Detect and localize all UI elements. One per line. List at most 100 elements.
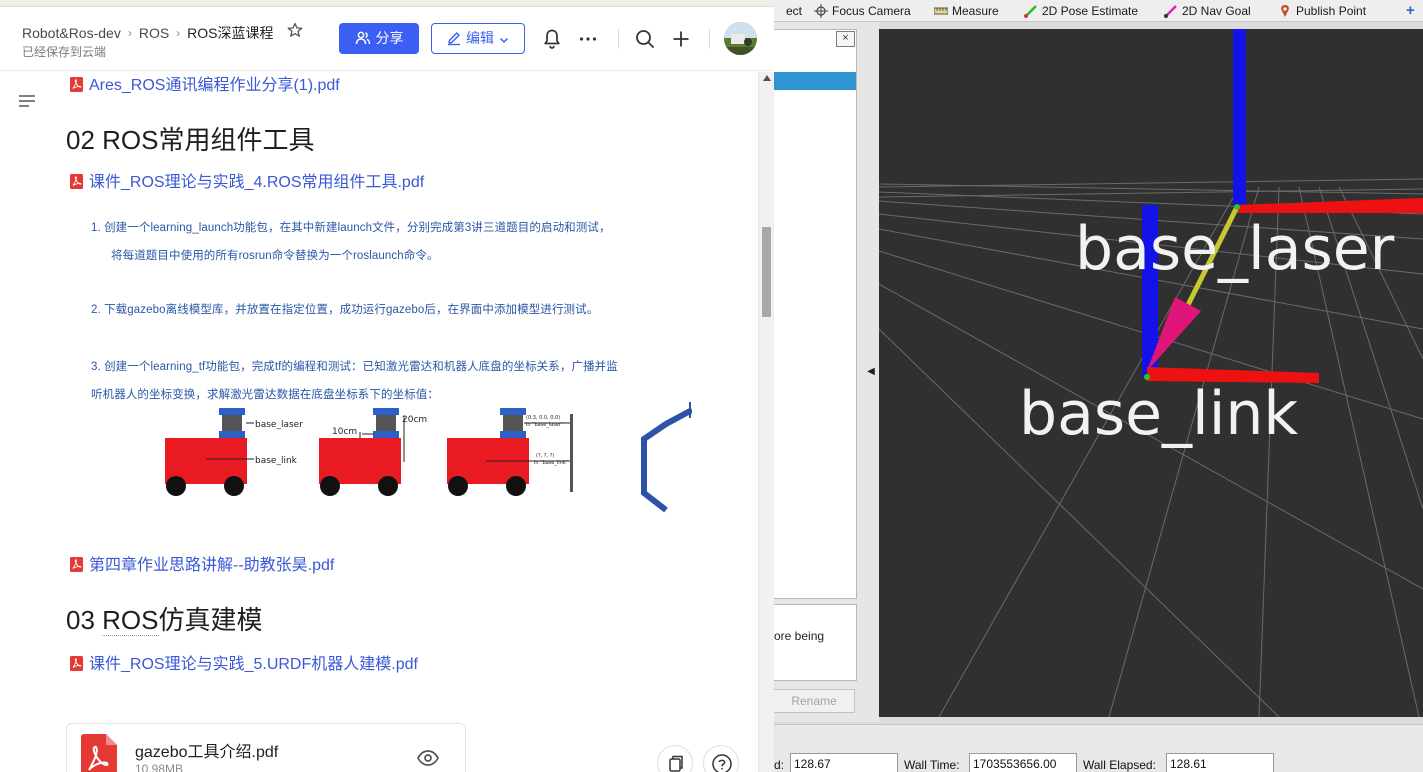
task-3-line-2: 听机器人的坐标变换，求解激光雷达数据在底盘坐标系下的坐标值： bbox=[91, 389, 439, 401]
pdf-icon bbox=[70, 557, 83, 572]
scroll-up-arrow-icon[interactable] bbox=[763, 75, 771, 81]
ros-elapsed-label: d: bbox=[774, 758, 785, 772]
star-icon[interactable] bbox=[287, 22, 303, 43]
window-top-edge bbox=[0, 0, 774, 7]
add-tool-icon[interactable]: + bbox=[1406, 2, 1415, 20]
pdf-link-label: Ares_ROS通讯编程作业分享(1).pdf bbox=[89, 77, 340, 94]
tool-interact[interactable]: ect bbox=[786, 2, 802, 20]
laser-z-axis bbox=[1233, 29, 1246, 205]
pdf-link-chapter-4[interactable]: 第四章作业思路讲解--助教张昊.pdf bbox=[70, 551, 334, 575]
file-card-size: 10.98MB bbox=[135, 762, 184, 772]
wall-time-label: Wall Time: bbox=[904, 758, 960, 772]
tool-measure[interactable]: Measure bbox=[934, 2, 999, 20]
laser-origin bbox=[1234, 204, 1240, 210]
ruler-icon bbox=[934, 7, 948, 15]
pdf-file-icon bbox=[81, 734, 117, 772]
tool-publish-point[interactable]: Publish Point bbox=[1278, 2, 1366, 20]
copy-float-button[interactable] bbox=[657, 745, 693, 772]
rviz-displays-panel bbox=[774, 29, 857, 599]
hexagon-shape bbox=[641, 407, 692, 513]
search-icon[interactable] bbox=[633, 27, 657, 51]
task-1-line-1: 1. 创建一个learning_launch功能包，在其中新建launch文件，… bbox=[91, 222, 611, 234]
plus-icon[interactable] bbox=[669, 27, 693, 51]
crosshair-icon bbox=[814, 4, 828, 18]
panel-close-button[interactable]: × bbox=[836, 31, 855, 47]
fig-coord-laser-frame: in "base_laser" bbox=[526, 422, 563, 428]
collapse-left-dock-icon[interactable]: ◀ bbox=[864, 360, 878, 384]
task-2-line: 2. 下载gazebo离线模型库，并放置在指定位置，成功运行gazebo后，在界… bbox=[91, 304, 599, 316]
avatar[interactable] bbox=[724, 22, 757, 55]
tool-2d-pose-estimate-label: 2D Pose Estimate bbox=[1042, 4, 1139, 18]
task-1-line-2: 将每道题目中使用的所有rosrun命令替换为一个roslaunch命令。 bbox=[111, 250, 439, 262]
task-3-line-1: 3. 创建一个learning_tf功能包，完成tf的编程和测试：已知激光雷达和… bbox=[91, 361, 618, 373]
bell-icon[interactable] bbox=[540, 27, 564, 51]
more-icon[interactable] bbox=[576, 27, 600, 51]
pdf-link-ares[interactable]: Ares_ROS通讯编程作业分享(1).pdf bbox=[70, 72, 340, 95]
header-divider bbox=[618, 29, 619, 49]
rviz-3d-view[interactable]: base_laser base_link bbox=[879, 29, 1423, 717]
pdf-link-label: 课件_ROS理论与实践_5.URDF机器人建模.pdf bbox=[89, 656, 418, 673]
robot-figure-3: (0.3, 0.0, 0.0) in "base_laser" (?, ?, ?… bbox=[447, 408, 573, 496]
green-arrow-icon bbox=[1024, 5, 1037, 18]
save-status: 已经保存到云端 bbox=[22, 45, 107, 59]
fig-coord-laser: (0.3, 0.0, 0.0) bbox=[526, 415, 560, 421]
tool-2d-nav-goal[interactable]: 2D Nav Goal bbox=[1164, 2, 1251, 20]
ros-elapsed-field[interactable]: 128.67 bbox=[790, 753, 898, 772]
pdf-link-lecture-5[interactable]: 课件_ROS理论与实践_5.URDF机器人建模.pdf bbox=[70, 650, 418, 674]
share-label: 分享 bbox=[375, 30, 404, 46]
pdf-icon bbox=[70, 77, 83, 92]
pdf-link-label: 课件_ROS理论与实践_4.ROS常用组件工具.pdf bbox=[89, 174, 425, 191]
tool-publish-point-label: Publish Point bbox=[1296, 4, 1367, 18]
tool-2d-pose-estimate[interactable]: 2D Pose Estimate bbox=[1024, 2, 1138, 20]
users-icon bbox=[355, 31, 370, 45]
breadcrumb-space[interactable]: Robot&Ros-dev bbox=[22, 25, 121, 41]
breadcrumb-page[interactable]: ROS深蓝课程 bbox=[187, 23, 273, 43]
doc-content: Ares_ROS通讯编程作业分享(1).pdf 02 ROS常用组件工具 课件_… bbox=[0, 72, 758, 772]
eye-icon[interactable] bbox=[416, 746, 440, 770]
tool-2d-nav-goal-label: 2D Nav Goal bbox=[1182, 4, 1251, 18]
chevron-down-icon bbox=[499, 37, 508, 44]
scroll-thumb[interactable] bbox=[762, 227, 771, 317]
copy-icon bbox=[669, 755, 683, 772]
tool-measure-label: Measure bbox=[952, 4, 999, 18]
fig-10cm-label: 10cm bbox=[332, 427, 357, 437]
rviz-time-panel: d: 128.67 Wall Time: 1703553656.00 Wall … bbox=[774, 724, 1423, 772]
file-card[interactable]: gazebo工具介绍.pdf 10.98MB bbox=[66, 723, 466, 772]
chevron-right-icon: › bbox=[176, 25, 181, 40]
section-title-03-number: 03 bbox=[66, 605, 103, 635]
base-laser-label: base_laser bbox=[1075, 214, 1395, 284]
selected-display-row[interactable] bbox=[774, 72, 856, 90]
fig-base-laser-label: base_laser bbox=[255, 420, 303, 430]
edit-label: 编辑 bbox=[466, 30, 494, 46]
robot-figures: base_laser base_link 10cm 20cm (0.3, 0.0… bbox=[165, 402, 692, 513]
pdf-link-label: 第四章作业思路讲解--助教张昊.pdf bbox=[89, 557, 335, 574]
base-link-label: base_link bbox=[1019, 379, 1298, 449]
wall-time-field[interactable]: 1703553656.00 bbox=[969, 753, 1077, 772]
fig-coord-link-frame: in "base_link" bbox=[534, 460, 568, 466]
robot-figure-2: 10cm 20cm bbox=[319, 408, 427, 496]
help-icon bbox=[712, 754, 732, 772]
help-float-button[interactable] bbox=[703, 745, 739, 772]
tool-focus-camera[interactable]: Focus Camera bbox=[814, 2, 911, 20]
section-title-02: 02 ROS常用组件工具 bbox=[66, 125, 315, 155]
section-title-03-ros: ROS bbox=[102, 605, 159, 636]
rename-button[interactable]: Rename bbox=[774, 689, 855, 713]
fig-coord-link: (?, ?, ?) bbox=[536, 453, 554, 459]
tf-scene: base_laser base_link bbox=[879, 29, 1423, 717]
wall-elapsed-field[interactable]: 128.61 bbox=[1166, 753, 1274, 772]
fig-base-link-label: base_link bbox=[255, 456, 298, 466]
share-button[interactable]: 分享 bbox=[339, 23, 419, 54]
homework-image[interactable]: 1. 创建一个learning_launch功能包，在其中新建launch文件，… bbox=[66, 202, 692, 532]
breadcrumb-folder[interactable]: ROS bbox=[139, 25, 169, 41]
section-title-03: 03 ROS仿真建模 bbox=[66, 600, 263, 637]
map-pin-icon bbox=[1281, 5, 1289, 17]
doc-header: Robot&Ros-dev › ROS › ROS深蓝课程 已经保存到云端 分享 编辑 bbox=[0, 7, 774, 71]
header-divider bbox=[709, 29, 710, 49]
doc-window: Robot&Ros-dev › ROS › ROS深蓝课程 已经保存到云端 分享 编辑 … bbox=[0, 0, 774, 772]
pencil-icon bbox=[448, 32, 461, 46]
doc-scrollbar[interactable] bbox=[758, 72, 774, 772]
rviz-description-box: ore being bbox=[774, 604, 857, 681]
file-card-name: gazebo工具介绍.pdf bbox=[135, 744, 279, 761]
edit-button[interactable]: 编辑 bbox=[431, 23, 525, 54]
pdf-link-lecture-4[interactable]: 课件_ROS理论与实践_4.ROS常用组件工具.pdf bbox=[70, 168, 424, 192]
